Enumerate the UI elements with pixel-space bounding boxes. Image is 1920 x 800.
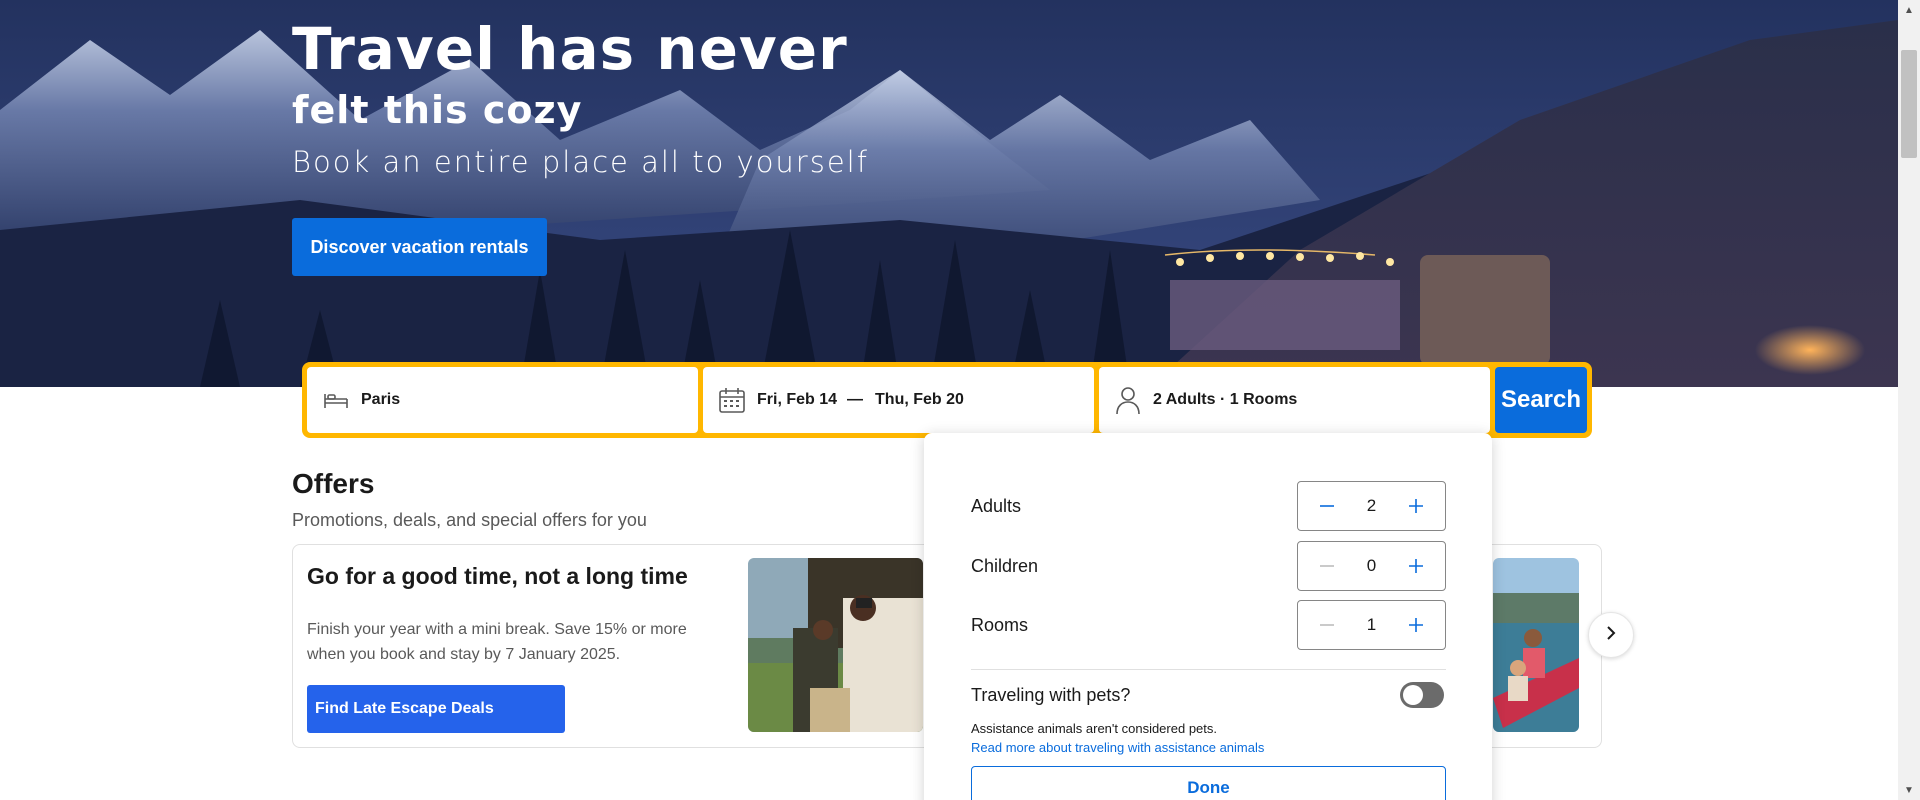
carousel-next-button[interactable] <box>1588 612 1634 658</box>
find-late-escape-deals-button[interactable]: Find Late Escape Deals <box>307 685 565 733</box>
offer-heading: Go for a good time, not a long time <box>307 563 688 589</box>
hero-title: Travel has never <box>292 15 848 83</box>
person-icon <box>1113 385 1143 415</box>
rooms-label: Rooms <box>971 614 1029 635</box>
destination-value: Paris <box>361 391 401 408</box>
hero-background-image <box>0 0 1898 387</box>
discover-vacation-rentals-button[interactable]: Discover vacation rentals <box>292 218 547 276</box>
rooms-row: Rooms 1 <box>971 600 1446 650</box>
dates-field[interactable]: Fri, Feb 14 — Thu, Feb 20 <box>703 367 1094 433</box>
scroll-down-arrow-icon[interactable]: ▼ <box>1898 780 1920 800</box>
minus-icon <box>1320 565 1334 567</box>
rooms-stepper: 1 <box>1297 600 1446 650</box>
children-decrement-button[interactable] <box>1316 555 1338 577</box>
offer-image-kayak <box>1493 558 1579 732</box>
guests-field[interactable]: 2 Adults · 1 Rooms <box>1099 367 1490 433</box>
minus-icon <box>1320 624 1334 626</box>
popover-divider <box>971 669 1446 670</box>
offers-subtitle: Promotions, deals, and special offers fo… <box>292 510 647 530</box>
adults-decrement-button[interactable] <box>1316 495 1338 517</box>
rooms-increment-button[interactable] <box>1405 614 1427 636</box>
children-increment-button[interactable] <box>1405 555 1427 577</box>
adults-row: Adults 2 <box>971 481 1446 531</box>
pets-toggle[interactable] <box>1400 682 1444 708</box>
plus-icon <box>1409 559 1423 573</box>
guests-value: 2 Adults · 1 Rooms <box>1153 391 1298 408</box>
children-row: Children 0 <box>971 541 1446 591</box>
offer-description: Finish your year with a mini break. Save… <box>307 621 687 663</box>
hero-tagline: Book an entire place all to yourself <box>292 145 869 179</box>
rooms-value: 1 <box>1366 615 1377 634</box>
scroll-thumb[interactable] <box>1901 50 1917 158</box>
checkout-date: Thu, Feb 20 <box>875 391 964 408</box>
offer-image-safari <box>748 558 923 732</box>
date-separator: — <box>847 391 864 408</box>
hero-banner: Travel has never felt this cozy Book an … <box>0 0 1898 387</box>
search-bar: Paris Fri, Feb 14 — Thu, Feb 20 2 Adults… <box>302 362 1592 438</box>
calendar-icon <box>717 385 747 415</box>
children-label: Children <box>971 555 1039 576</box>
children-stepper: 0 <box>1297 541 1446 591</box>
page-scrollbar[interactable]: ▲ ▼ <box>1898 0 1920 800</box>
done-button[interactable]: Done <box>971 766 1446 800</box>
pets-note: Assistance animals aren't considered pet… <box>971 721 1217 736</box>
chevron-right-icon <box>1604 625 1618 645</box>
children-value: 0 <box>1366 556 1377 575</box>
toggle-knob <box>1403 685 1423 705</box>
destination-field[interactable]: Paris <box>307 367 698 433</box>
plus-icon <box>1409 499 1423 513</box>
offers-title: Offers <box>292 468 375 499</box>
scroll-up-arrow-icon[interactable]: ▲ <box>1898 0 1920 20</box>
minus-icon <box>1320 505 1334 507</box>
plus-icon <box>1409 618 1423 632</box>
search-button[interactable]: Search <box>1495 367 1587 433</box>
adults-stepper: 2 <box>1297 481 1446 531</box>
hero-subtitle: felt this cozy <box>292 88 583 132</box>
adults-label: Adults <box>971 495 1022 516</box>
adults-increment-button[interactable] <box>1405 495 1427 517</box>
rooms-decrement-button[interactable] <box>1316 614 1338 636</box>
guest-picker-popover: Adults 2 Children 0 Rooms 1 Traveling wi… <box>924 433 1492 800</box>
assistance-animals-link[interactable]: Read more about traveling with assistanc… <box>971 740 1264 755</box>
checkin-date: Fri, Feb 14 <box>757 391 838 408</box>
pets-label: Traveling with pets? <box>971 685 1131 705</box>
adults-value: 2 <box>1366 496 1377 515</box>
bed-icon <box>321 385 351 415</box>
